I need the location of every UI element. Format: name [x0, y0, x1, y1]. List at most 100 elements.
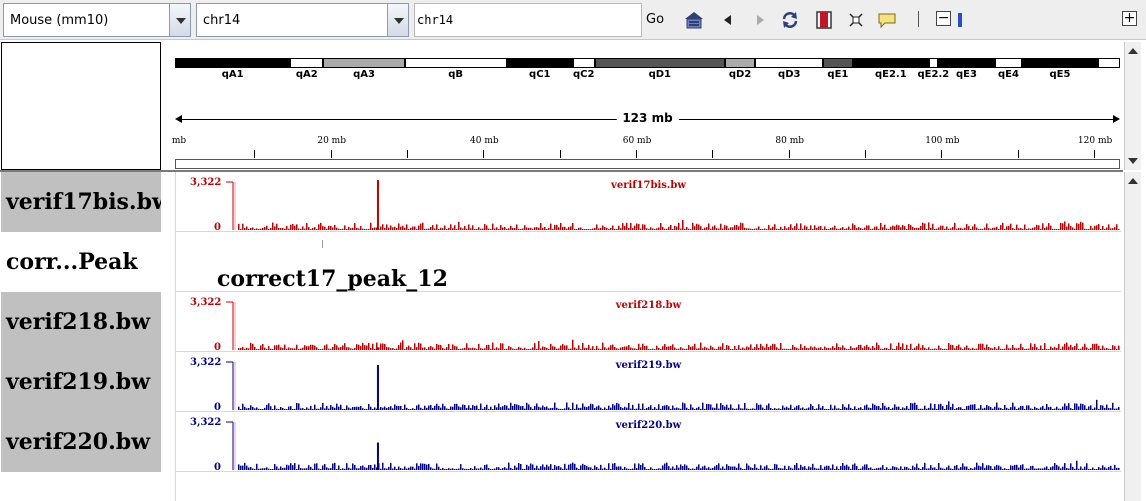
- popup-info-icon[interactable]: [877, 10, 897, 30]
- track-verif220[interactable]: 3,322 0 verif220.bw: [176, 412, 1121, 473]
- tracks-scrollbar[interactable]: [1124, 172, 1141, 501]
- signal-bar: [710, 228, 712, 230]
- chevron-down-icon[interactable]: [169, 4, 190, 36]
- signal-bar: [884, 347, 886, 350]
- band-qA1[interactable]: [175, 58, 291, 68]
- signal-bar: [278, 468, 280, 470]
- band-qB[interactable]: [404, 58, 507, 68]
- band-qE4[interactable]: [995, 58, 1022, 68]
- track-data-panel[interactable]: 3,322 0 verif17bis.bw correct17_peak_12 …: [175, 172, 1121, 501]
- track-verif219[interactable]: 3,322 0 verif219.bw: [176, 352, 1121, 413]
- track-name-verif219[interactable]: verif219.bw: [1, 352, 161, 412]
- signal-bar: [354, 348, 356, 350]
- signal-bar: [292, 408, 294, 410]
- signal-bar: [908, 348, 910, 350]
- band-qD1[interactable]: [594, 58, 725, 68]
- header-scrollbar[interactable]: [1124, 42, 1141, 170]
- signal-bar: [652, 228, 654, 230]
- track-verif218[interactable]: 3,322 0 verif218.bw: [176, 292, 1121, 353]
- home-icon[interactable]: [684, 10, 704, 30]
- signal-bar: [854, 463, 856, 470]
- band-qD2[interactable]: [724, 58, 756, 68]
- signal-bar: [1084, 466, 1086, 470]
- signal-bar: [592, 404, 594, 410]
- signal-bar: [1044, 343, 1046, 350]
- band-qE2.2[interactable]: [929, 58, 938, 68]
- region-of-interest-icon[interactable]: [814, 10, 834, 30]
- track-name-verif17bis[interactable]: verif17bis.bw: [1, 172, 161, 232]
- chromosome-dropdown[interactable]: chr14: [196, 3, 409, 37]
- track-name-peak[interactable]: corr...Peak: [1, 232, 161, 292]
- signal-bar: [248, 467, 250, 470]
- chevron-down-icon[interactable]: [387, 4, 408, 36]
- signal-bar: [282, 467, 284, 470]
- locus-input[interactable]: [417, 5, 637, 35]
- genome-dropdown[interactable]: Mouse (mm10): [3, 3, 191, 37]
- signal-bar: [1056, 464, 1058, 470]
- forward-icon[interactable]: [750, 10, 770, 30]
- scroll-down-icon[interactable]: [1128, 158, 1138, 164]
- signal-bar: [270, 227, 272, 230]
- signal-bar: [360, 346, 362, 350]
- track-verif17bis[interactable]: 3,322 0 verif17bis.bw: [176, 172, 1121, 233]
- band-qE3[interactable]: [937, 58, 996, 68]
- signal-bar: [714, 348, 716, 350]
- band-qA2[interactable]: [290, 58, 324, 68]
- track-name-verif220[interactable]: verif220.bw: [1, 412, 161, 472]
- zoom-out-button[interactable]: −: [936, 11, 951, 26]
- signal-bar: [778, 348, 780, 350]
- signal-bar: [486, 404, 488, 410]
- zoom-in-button[interactable]: +: [1122, 11, 1137, 26]
- band-tail[interactable]: [1098, 58, 1120, 68]
- signal-bar: [496, 227, 498, 230]
- signal-bar: [782, 228, 784, 230]
- signal-bar: [962, 463, 964, 470]
- signal-bar: [436, 463, 438, 470]
- band-qE5[interactable]: [1021, 58, 1099, 68]
- signal-bar: [688, 468, 690, 470]
- signal-bar: [670, 468, 672, 470]
- track-name-verif218[interactable]: verif218.bw: [1, 292, 161, 352]
- band-qC1[interactable]: [506, 58, 573, 68]
- signal-bar: [652, 468, 654, 470]
- band-qD3[interactable]: [755, 58, 824, 68]
- signal-bar: [240, 408, 242, 410]
- resize-icon[interactable]: [846, 10, 866, 30]
- signal-bar: [1060, 468, 1062, 470]
- signal-bar: [268, 403, 270, 410]
- signal-bar: [308, 346, 310, 350]
- locus-field[interactable]: [414, 3, 642, 37]
- signal-bar: [966, 224, 968, 230]
- scroll-up-icon[interactable]: [1128, 48, 1138, 54]
- signal-bar: [1056, 347, 1058, 350]
- signal-bar: [672, 405, 674, 410]
- signal-bar: [462, 228, 464, 230]
- signal-bar: [352, 227, 354, 230]
- signal-bar: [486, 464, 488, 470]
- signal-bar: [696, 466, 698, 470]
- signal-bar: [966, 345, 968, 350]
- signal-bar: [666, 462, 668, 470]
- signal-bar: [242, 223, 244, 230]
- band-qA3[interactable]: [323, 58, 405, 68]
- signal-bar: [536, 227, 538, 230]
- signal-bar: [678, 467, 680, 470]
- signal-bar: [374, 227, 376, 230]
- refresh-icon[interactable]: [780, 10, 800, 30]
- scroll-up-icon[interactable]: [1128, 178, 1138, 184]
- band-qE2.1[interactable]: [852, 58, 930, 68]
- signal-bar: [374, 464, 376, 470]
- go-button[interactable]: Go: [646, 12, 664, 27]
- zoom-slider[interactable]: [956, 11, 1116, 27]
- signal-bar: [682, 348, 684, 350]
- signal-bar: [602, 225, 604, 230]
- band-qC2[interactable]: [572, 58, 595, 68]
- signal-bar: [266, 348, 268, 350]
- back-icon[interactable]: [718, 10, 738, 30]
- band-qE1[interactable]: [823, 58, 853, 68]
- signal-bar: [876, 342, 878, 350]
- signal-bar: [926, 468, 928, 470]
- signal-bar: [768, 403, 770, 410]
- signal-bar: [972, 468, 974, 470]
- signal-bar: [834, 405, 836, 410]
